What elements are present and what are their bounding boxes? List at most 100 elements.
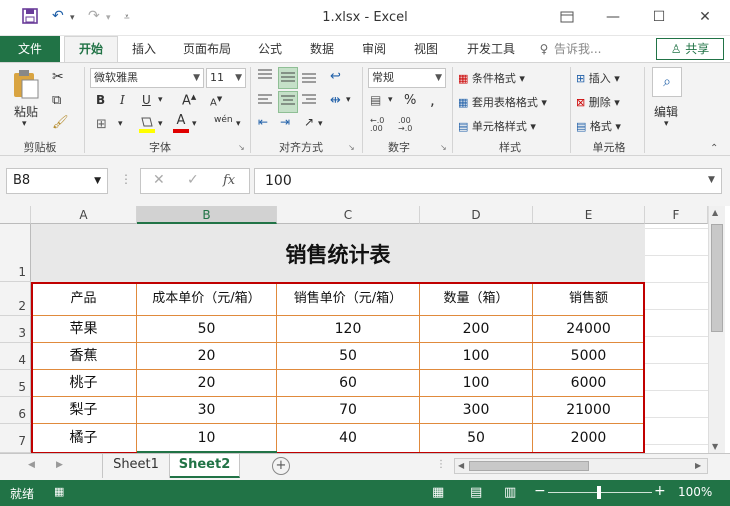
- comma-style-button[interactable]: ,: [430, 91, 435, 109]
- paste-dropdown-icon[interactable]: ▾: [22, 119, 27, 129]
- borders-dropdown-icon[interactable]: ▾: [118, 119, 123, 129]
- tell-me-search[interactable]: 告诉我...: [554, 36, 614, 62]
- number-dialog-launcher-icon[interactable]: ↘: [440, 143, 447, 152]
- close-icon[interactable]: ✕: [690, 6, 720, 28]
- table-cell[interactable]: 60: [277, 370, 420, 397]
- accounting-format-icon[interactable]: ▤: [370, 93, 381, 107]
- scroll-up-icon[interactable]: ▲: [712, 208, 718, 217]
- header-cell[interactable]: 成本单价（元/箱）: [137, 282, 277, 316]
- column-header-c[interactable]: C: [277, 206, 420, 224]
- share-button[interactable]: ♙ 共享: [656, 38, 724, 60]
- search-icon[interactable]: ⌕: [652, 67, 682, 97]
- align-bottom-icon[interactable]: [300, 67, 320, 89]
- table-cell[interactable]: 50: [137, 316, 277, 343]
- zoom-in-icon[interactable]: +: [654, 483, 666, 499]
- column-header-d[interactable]: D: [420, 206, 533, 224]
- zoom-slider-thumb[interactable]: [597, 486, 601, 499]
- tab-formulas[interactable]: 公式: [250, 36, 290, 62]
- zoom-out-icon[interactable]: −: [534, 483, 546, 499]
- row-header-3[interactable]: 3: [0, 316, 31, 343]
- editing-button[interactable]: 编辑: [654, 103, 678, 120]
- table-cell[interactable]: 30: [137, 397, 277, 424]
- tab-view[interactable]: 视图: [406, 36, 446, 62]
- column-header-f[interactable]: F: [645, 206, 708, 224]
- table-cell[interactable]: 苹果: [31, 316, 137, 343]
- zoom-level[interactable]: 100%: [678, 485, 712, 499]
- scroll-tabs-right-icon[interactable]: ▶: [56, 460, 63, 470]
- cell-styles-button[interactable]: ▤ 单元格样式 ▾: [458, 118, 536, 134]
- copy-icon[interactable]: ⧉: [52, 93, 61, 108]
- table-cell[interactable]: 120: [277, 316, 420, 343]
- merge-center-icon[interactable]: ⇹: [330, 93, 341, 108]
- editing-dropdown-icon[interactable]: ▾: [664, 119, 669, 129]
- font-color-button[interactable]: A: [172, 113, 190, 135]
- table-cell[interactable]: 20: [137, 343, 277, 370]
- merge-dropdown-icon[interactable]: ▾: [346, 95, 351, 105]
- conditional-formatting-button[interactable]: ▦ 条件格式 ▾: [458, 70, 525, 86]
- row-header-4[interactable]: 4: [0, 343, 31, 370]
- scroll-left-icon[interactable]: ◀: [458, 461, 464, 470]
- sheet-tab-sheet1[interactable]: Sheet1: [102, 454, 170, 478]
- enter-icon[interactable]: ✓: [187, 172, 199, 188]
- row-header-5[interactable]: 5: [0, 370, 31, 397]
- column-header-a[interactable]: A: [31, 206, 137, 224]
- percent-style-button[interactable]: %: [404, 93, 416, 108]
- collapse-ribbon-icon[interactable]: ⌃: [710, 143, 718, 154]
- table-cell[interactable]: 50: [277, 343, 420, 370]
- borders-icon[interactable]: ⊞: [96, 117, 107, 132]
- empty-cells-column-f[interactable]: [645, 224, 708, 453]
- accounting-dropdown-icon[interactable]: ▾: [388, 95, 393, 105]
- table-cell[interactable]: 梨子: [31, 397, 137, 424]
- sheet-tab-sheet2[interactable]: Sheet2: [170, 454, 240, 478]
- paste-button[interactable]: 粘贴: [14, 103, 38, 120]
- row-header-1[interactable]: 1: [0, 224, 31, 282]
- horizontal-scrollbar[interactable]: ◀ ▶: [454, 458, 708, 474]
- align-center-icon[interactable]: [278, 91, 298, 113]
- font-size-combo[interactable]: 11 ▼: [206, 68, 246, 88]
- table-cell[interactable]: 50: [420, 424, 533, 453]
- insert-cells-button[interactable]: ⊞ 插入 ▾: [576, 70, 620, 86]
- number-format-combo[interactable]: 常规 ▼: [368, 68, 446, 88]
- table-cell[interactable]: 200: [420, 316, 533, 343]
- header-cell[interactable]: 数量（箱）: [420, 282, 533, 316]
- insert-function-button[interactable]: fx: [223, 173, 235, 188]
- align-right-icon[interactable]: [300, 91, 320, 113]
- table-cell[interactable]: 10: [137, 424, 277, 453]
- shrink-font-button[interactable]: A▼: [210, 95, 222, 108]
- table-cell[interactable]: 70: [277, 397, 420, 424]
- format-cells-button[interactable]: ▤ 格式 ▾: [576, 118, 621, 134]
- align-middle-icon[interactable]: [278, 67, 298, 89]
- table-cell[interactable]: 100: [420, 370, 533, 397]
- font-name-combo[interactable]: 微软雅黑 ▼: [90, 68, 204, 88]
- delete-cells-button[interactable]: ⊠ 删除 ▾: [576, 94, 620, 110]
- ribbon-display-options-icon[interactable]: [552, 6, 582, 28]
- normal-view-icon[interactable]: ▦: [432, 485, 444, 500]
- macro-record-icon[interactable]: ▦: [54, 485, 64, 498]
- align-top-icon[interactable]: [256, 67, 276, 89]
- paste-icon[interactable]: [10, 69, 44, 99]
- table-cell[interactable]: 2000: [533, 424, 645, 453]
- fill-color-icon[interactable]: [138, 115, 156, 135]
- table-cell[interactable]: 40: [277, 424, 420, 453]
- row-header-6[interactable]: 6: [0, 397, 31, 424]
- table-cell[interactable]: 香蕉: [31, 343, 137, 370]
- maximize-icon[interactable]: ☐: [644, 6, 674, 28]
- align-left-icon[interactable]: [256, 91, 276, 113]
- tab-data[interactable]: 数据: [302, 36, 342, 62]
- table-cell[interactable]: 5000: [533, 343, 645, 370]
- add-sheet-icon[interactable]: +: [272, 457, 290, 475]
- tab-home[interactable]: 开始: [64, 36, 118, 63]
- tab-insert[interactable]: 插入: [124, 36, 164, 62]
- decrease-indent-icon[interactable]: ⇤: [258, 115, 268, 129]
- table-cell[interactable]: 300: [420, 397, 533, 424]
- scroll-tabs-left-icon[interactable]: ◀: [28, 460, 35, 470]
- vertical-scrollbar[interactable]: ▲ ▼: [708, 206, 725, 453]
- phonetic-guide-button[interactable]: wén: [214, 115, 233, 125]
- table-cell[interactable]: 桃子: [31, 370, 137, 397]
- grow-font-button[interactable]: A▲: [182, 93, 196, 108]
- orientation-dropdown-icon[interactable]: ▾: [318, 119, 323, 129]
- increase-decimal-icon[interactable]: ←.0.00: [370, 117, 384, 133]
- font-color-dropdown-icon[interactable]: ▾: [192, 119, 197, 129]
- table-cell[interactable]: 20: [137, 370, 277, 397]
- page-layout-view-icon[interactable]: ▤: [470, 485, 482, 500]
